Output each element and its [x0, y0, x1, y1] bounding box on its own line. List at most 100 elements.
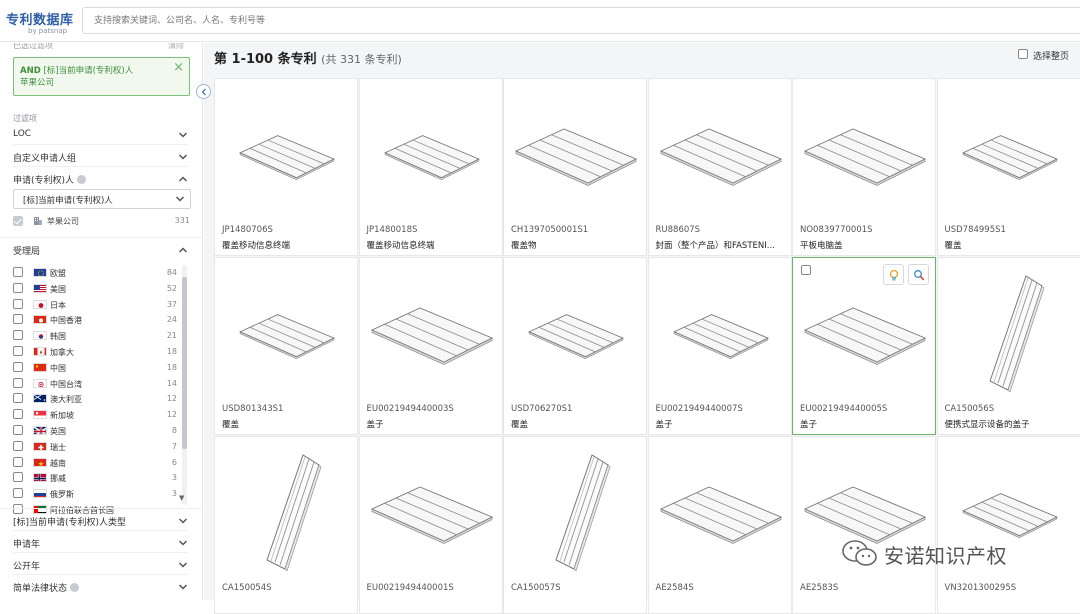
patent-drawing: [793, 266, 936, 396]
search-input[interactable]: [83, 8, 1080, 33]
patent-card[interactable]: EU0021949440003S盖子: [359, 257, 503, 435]
patent-number[interactable]: CA150056S: [945, 404, 995, 414]
help-icon[interactable]: [70, 583, 79, 592]
logo[interactable]: 专利数据库 by patsnap: [6, 9, 74, 35]
office-option[interactable]: 澳大利亚12: [13, 391, 185, 407]
patent-card[interactable]: USD784995S1覆盖: [937, 78, 1080, 256]
patent-card[interactable]: JP1480706S覆盖移动信息终端: [214, 78, 358, 256]
office-option[interactable]: 加拿大18: [13, 344, 185, 360]
patent-number[interactable]: EU0021949440005S: [800, 404, 887, 414]
office-checkbox[interactable]: [13, 425, 23, 435]
office-option[interactable]: 美国52: [13, 281, 185, 297]
office-checkbox[interactable]: [13, 409, 23, 419]
patent-card[interactable]: EU0021949440005S盖子: [792, 257, 936, 435]
office-option[interactable]: 瑞士7: [13, 439, 185, 455]
search-box[interactable]: [82, 7, 1080, 34]
office-checkbox[interactable]: [13, 314, 23, 324]
office-count: 14: [167, 379, 177, 388]
patent-card[interactable]: JP1480018S覆盖移动信息终端: [359, 78, 503, 256]
office-checkbox[interactable]: [13, 378, 23, 388]
facet-publication-year[interactable]: 公开年: [13, 555, 188, 575]
patent-number[interactable]: USD784995S1: [945, 225, 1006, 235]
patent-card[interactable]: RU88607S封面（整个产品）和FASTENI...: [648, 78, 792, 256]
office-option[interactable]: 新加坡12: [13, 407, 185, 423]
office-checkbox[interactable]: [13, 488, 23, 498]
patent-number[interactable]: CA150054S: [222, 583, 272, 593]
patent-card[interactable]: CA150057S: [503, 436, 647, 614]
office-count: 6: [172, 458, 177, 467]
office-option[interactable]: 中国香港24: [13, 312, 185, 328]
scroll-down-icon[interactable]: ▼: [179, 494, 184, 502]
collapse-sidebar-button[interactable]: [196, 84, 211, 99]
patent-number[interactable]: USD706270S1: [511, 404, 572, 414]
office-option[interactable]: 欧盟84: [13, 265, 185, 281]
office-checkbox[interactable]: [13, 457, 23, 467]
facet-application-year[interactable]: 申请年: [13, 533, 188, 553]
patent-card[interactable]: CA150054S: [214, 436, 358, 614]
patent-number[interactable]: JP1480018S: [367, 225, 418, 235]
patent-number[interactable]: CH1397050001S1: [511, 225, 588, 235]
office-option[interactable]: 越南6: [13, 455, 185, 471]
office-option[interactable]: 中国台湾14: [13, 376, 185, 392]
patent-drawing: [215, 266, 358, 396]
facet-applicant-type[interactable]: [标]当前申请(专利权)人类型: [13, 511, 188, 531]
applicant-checkbox[interactable]: [13, 216, 23, 226]
office-checkbox[interactable]: [13, 393, 23, 403]
applicant-count: 331: [175, 216, 190, 225]
select-page-control[interactable]: 选择整页: [1018, 49, 1080, 63]
facet-legal-status[interactable]: 简单法律状态: [13, 577, 188, 597]
office-checkbox[interactable]: [13, 267, 23, 277]
office-count: 8: [172, 426, 177, 435]
office-checkbox[interactable]: [13, 441, 23, 451]
office-checkbox[interactable]: [13, 362, 23, 372]
patent-card[interactable]: USD801343S1覆盖: [214, 257, 358, 435]
patent-number[interactable]: EU0021949440003S: [367, 404, 454, 414]
office-option[interactable]: 英国8: [13, 423, 185, 439]
office-option[interactable]: 俄罗斯3: [13, 486, 185, 502]
scroll-thumb[interactable]: [182, 277, 187, 449]
office-checkbox[interactable]: [13, 283, 23, 293]
office-checkbox[interactable]: [13, 299, 23, 309]
patent-number[interactable]: CA150057S: [511, 583, 561, 593]
office-scrollbar[interactable]: [182, 265, 187, 505]
patent-number[interactable]: VN3201300295S: [945, 583, 1017, 593]
patent-card[interactable]: CA150056S便携式显示设备的盖子: [937, 257, 1080, 435]
patent-card[interactable]: CH1397050001S1覆盖物: [503, 78, 647, 256]
patent-number[interactable]: AE2584S: [656, 583, 694, 593]
patent-number[interactable]: NO0839770001S: [800, 225, 873, 235]
facet-loc[interactable]: LOC: [13, 125, 188, 145]
help-icon[interactable]: [77, 175, 86, 184]
patent-card[interactable]: USD706270S1覆盖: [503, 257, 647, 435]
lightbulb-icon[interactable]: [883, 264, 904, 285]
applicant-type-select[interactable]: [标]当前申请(专利权)人: [13, 189, 191, 209]
card-checkbox[interactable]: [801, 265, 811, 275]
office-option[interactable]: 挪威3: [13, 470, 185, 486]
office-checkbox[interactable]: [13, 330, 23, 340]
facet-applicant[interactable]: 申请(专利权)人: [13, 169, 188, 189]
office-checkbox[interactable]: [13, 346, 23, 356]
patent-card[interactable]: NO0839770001S平板电脑盖: [792, 78, 936, 256]
remove-filter-icon[interactable]: ×: [173, 61, 184, 74]
select-page-checkbox[interactable]: [1018, 49, 1028, 59]
patent-number[interactable]: JP1480706S: [222, 225, 273, 235]
applicant-option[interactable]: 苹果公司 331: [13, 215, 190, 229]
office-checkbox[interactable]: [13, 472, 23, 482]
facet-custom-applicant-group[interactable]: 自定义申请人组: [13, 147, 188, 167]
patent-number[interactable]: USD801343S1: [222, 404, 283, 414]
patent-card[interactable]: EU0021949440007S盖子: [648, 257, 792, 435]
patent-number[interactable]: AE2583S: [800, 583, 838, 593]
patent-card[interactable]: VN3201300295S: [937, 436, 1080, 614]
patent-number[interactable]: EU0021949440001S: [367, 583, 454, 593]
patent-number[interactable]: EU0021949440007S: [656, 404, 743, 414]
patent-number[interactable]: RU88607S: [656, 225, 701, 235]
patent-card[interactable]: AE2584S: [648, 436, 792, 614]
chevron-down-icon: [178, 560, 188, 570]
facet-office[interactable]: 受理局: [13, 240, 188, 260]
office-option[interactable]: 韩国21: [13, 328, 185, 344]
patent-card[interactable]: EU0021949440001S: [359, 436, 503, 614]
image-search-icon[interactable]: [908, 264, 929, 285]
clear-filters-link[interactable]: 清除: [168, 43, 184, 51]
office-option[interactable]: 中国18: [13, 360, 185, 376]
office-option[interactable]: 日本37: [13, 297, 185, 313]
patent-card[interactable]: AE2583S: [792, 436, 936, 614]
